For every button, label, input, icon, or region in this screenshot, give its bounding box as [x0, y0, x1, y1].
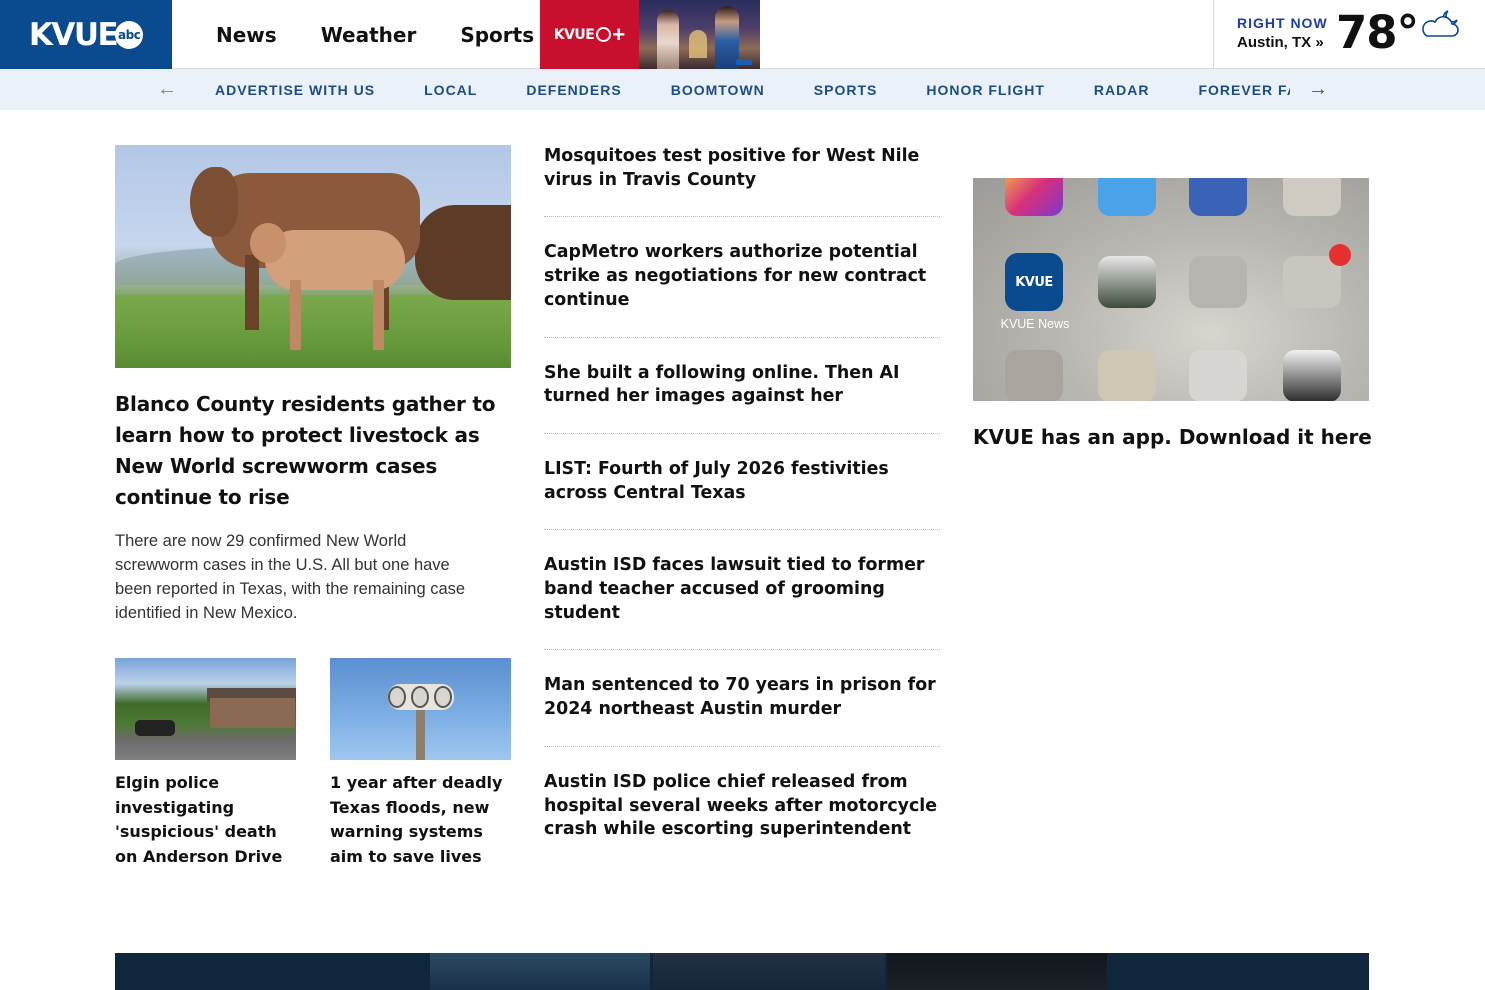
police-car-shape: [135, 720, 175, 736]
section-boomtown[interactable]: BOOMTOWN: [671, 82, 765, 98]
nav-sports[interactable]: Sports: [438, 23, 556, 47]
partly-cloudy-night-icon: [1422, 10, 1459, 37]
headline-link[interactable]: LIST: Fourth of July 2026 festivities ac…: [544, 458, 940, 505]
siren-horn-shape: [411, 686, 429, 708]
cow-shape: [415, 205, 511, 300]
section-advertise[interactable]: ADVERTISE WITH US: [215, 82, 375, 98]
kvue-plus-logo: KVUE: [553, 26, 595, 43]
video-strip[interactable]: [115, 953, 1369, 990]
video-thumbnail[interactable]: [887, 953, 1107, 990]
lead-story-headline[interactable]: Blanco County residents gather to learn …: [115, 389, 515, 513]
list-item: She built a following online. Then AI tu…: [544, 362, 940, 434]
calf-shape: [265, 230, 405, 290]
headline-link[interactable]: Austin ISD faces lawsuit tied to former …: [544, 554, 940, 625]
capitol-dome-shape: [689, 30, 707, 58]
app-icon: [1005, 350, 1063, 401]
section-defenders[interactable]: DEFENDERS: [526, 82, 621, 98]
grass-shape: [115, 295, 511, 368]
headline-list: Mosquitoes test positive for West Nile v…: [544, 145, 940, 890]
headline-link[interactable]: Mosquitoes test positive for West Nile v…: [544, 145, 940, 192]
scroll-right-arrow-icon[interactable]: →: [1308, 79, 1328, 99]
kvue-app-label: KVUE News: [1000, 317, 1070, 331]
weather-widget[interactable]: RIGHT NOW Austin, TX » 78°: [1213, 0, 1485, 69]
story-image[interactable]: [115, 658, 296, 760]
list-item: CapMetro workers authorize potential str…: [544, 241, 940, 338]
video-thumbnail[interactable]: [653, 953, 885, 990]
scroll-left-arrow-icon[interactable]: ←: [157, 79, 177, 99]
anchor-figure: [657, 10, 679, 69]
instagram-icon: [1005, 178, 1063, 216]
app-promo-headline[interactable]: KVUE has an app. Download it here: [973, 423, 1373, 451]
cow-leg-shape: [245, 255, 259, 330]
app-folder-icon: [1283, 178, 1341, 216]
story-image[interactable]: [330, 658, 511, 760]
kvue-app-icon: KVUE: [1005, 253, 1063, 311]
promo-badge: [736, 59, 752, 65]
site-header: KVUE abc News Weather Sports KVUE + RIGH…: [0, 0, 1485, 69]
story-card[interactable]: Elgin police investigating 'suspicious' …: [115, 658, 296, 869]
list-item: Mosquitoes test positive for West Nile v…: [544, 145, 940, 218]
section-sports[interactable]: SPORTS: [814, 82, 878, 98]
section-forever-families[interactable]: FOREVER FAMILIES: [1198, 82, 1290, 98]
calf-leg-shape: [373, 280, 384, 350]
story-title[interactable]: Elgin police investigating 'suspicious' …: [115, 771, 296, 869]
nav-news[interactable]: News: [194, 23, 299, 47]
section-nav: ← ADVERTISE WITH US LOCAL DEFENDERS BOOM…: [0, 69, 1485, 110]
app-folder-icon: [1283, 256, 1341, 308]
app-folder-icon: [1098, 350, 1156, 401]
calf-leg-shape: [290, 280, 301, 350]
photos-app-icon: [1098, 256, 1156, 308]
list-item: Austin ISD police chief released from ho…: [544, 771, 940, 866]
section-honor-flight[interactable]: HONOR FLIGHT: [926, 82, 1045, 98]
facebook-icon: [1189, 178, 1247, 216]
house-shape: [210, 698, 295, 728]
weather-location: Austin, TX »: [1237, 34, 1324, 51]
siren-horn-shape: [388, 686, 406, 708]
lead-story-summary: There are now 29 confirmed New World scr…: [115, 532, 466, 622]
headline-link[interactable]: Man sentenced to 70 years in prison for …: [544, 674, 940, 721]
app-folder-icon: [1189, 350, 1247, 401]
twitter-icon: [1098, 178, 1156, 216]
siren-horn-shape: [434, 686, 452, 708]
app-folder-icon: [1189, 256, 1247, 308]
calf-head-shape: [250, 223, 286, 263]
weather-temperature: 78°: [1336, 6, 1419, 59]
abc-logo-icon: abc: [115, 20, 144, 49]
main-nav: News Weather Sports: [194, 0, 556, 69]
abc-ring-icon: [596, 27, 612, 42]
video-thumbnail[interactable]: [430, 953, 650, 990]
headline-link[interactable]: Austin ISD police chief released from ho…: [544, 771, 940, 842]
section-local[interactable]: LOCAL: [424, 82, 477, 98]
nav-weather[interactable]: Weather: [299, 23, 439, 47]
story-title[interactable]: 1 year after deadly Texas floods, new wa…: [330, 771, 511, 869]
story-card[interactable]: 1 year after deadly Texas floods, new wa…: [330, 658, 511, 869]
kvue-plus-link[interactable]: KVUE +: [540, 0, 639, 69]
section-radar[interactable]: RADAR: [1094, 82, 1150, 98]
headline-link[interactable]: She built a following online. Then AI tu…: [544, 362, 940, 409]
kvue-logo[interactable]: KVUE abc: [0, 0, 172, 69]
headline-link[interactable]: CapMetro workers authorize potential str…: [544, 241, 940, 312]
right-now-label: RIGHT NOW: [1237, 15, 1328, 31]
amazon-app-icon: [1283, 350, 1341, 401]
section-nav-track: ADVERTISE WITH US LOCAL DEFENDERS BOOMTO…: [190, 69, 1290, 110]
anchors-promo-image[interactable]: [639, 0, 760, 69]
notification-badge-icon: [1329, 244, 1351, 266]
list-item: Man sentenced to 70 years in prison for …: [544, 674, 940, 747]
app-promo-image[interactable]: KVUE KVUE News: [973, 178, 1369, 401]
lead-story-image[interactable]: [115, 145, 511, 368]
list-item: LIST: Fourth of July 2026 festivities ac…: [544, 458, 940, 531]
plus-icon: +: [612, 21, 626, 47]
list-item: Austin ISD faces lawsuit tied to former …: [544, 554, 940, 651]
cow-head-shape: [190, 167, 238, 237]
logo-text: KVUE: [28, 16, 119, 53]
